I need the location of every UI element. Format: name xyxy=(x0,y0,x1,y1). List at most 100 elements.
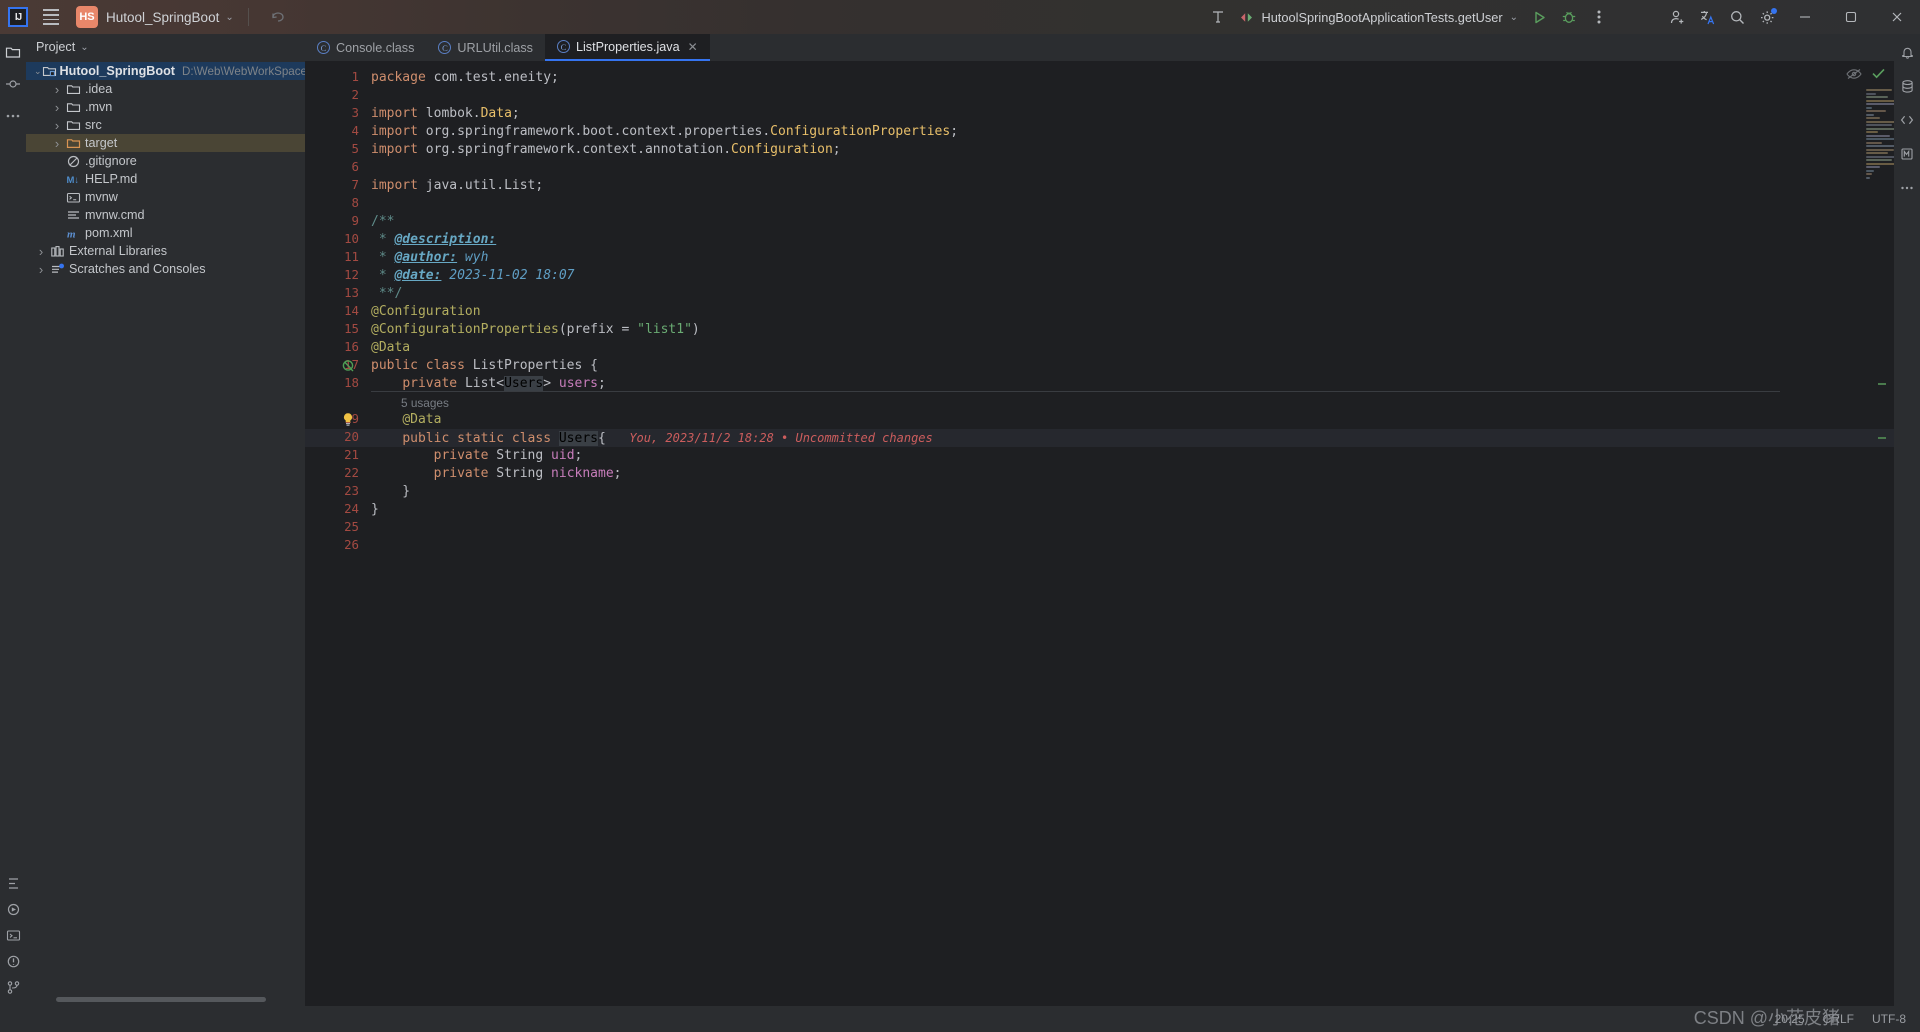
tree-row-pom-xml[interactable]: mpom.xml xyxy=(26,224,305,242)
code-line[interactable]: import org.springframework.boot.context.… xyxy=(371,123,958,141)
more-tool-windows-icon[interactable] xyxy=(1895,175,1919,201)
folder-icon xyxy=(66,82,81,97)
undo-arrow-icon[interactable] xyxy=(263,2,293,32)
chevron-right-icon[interactable]: › xyxy=(34,244,48,259)
tree-row-external-libraries[interactable]: ›External Libraries xyxy=(26,242,305,260)
code-token: com.test.eneity; xyxy=(434,70,559,85)
tree-row-src[interactable]: ›src xyxy=(26,116,305,134)
database-tool-icon[interactable] xyxy=(1895,73,1919,99)
code-line[interactable]: * @description: xyxy=(371,231,496,249)
run-configuration-label: HutoolSpringBootApplicationTests.getUser xyxy=(1261,10,1502,25)
project-tool-icon[interactable] xyxy=(1,39,25,65)
tree-row-help-md[interactable]: M↓HELP.md xyxy=(26,170,305,188)
window-maximize-button[interactable] xyxy=(1828,0,1874,34)
editor-tab-bar: CConsole.classCURLUtil.classCListPropert… xyxy=(305,34,1920,61)
code-line[interactable]: @Data xyxy=(371,411,441,429)
java-class-icon: C xyxy=(317,41,330,54)
code-editor[interactable]: 1234567891011121314151617181920212223242… xyxy=(305,61,1920,1006)
tree-row-mvn[interactable]: ›.mvn xyxy=(26,98,305,116)
usages-inlay-hint[interactable]: 5 usages xyxy=(401,394,449,412)
folder-icon xyxy=(66,118,81,133)
window-minimize-button[interactable] xyxy=(1782,0,1828,34)
code-line[interactable]: @Configuration xyxy=(371,303,481,321)
settings-gear-icon[interactable] xyxy=(1752,2,1782,32)
project-chevron-down-icon[interactable]: ⌄ xyxy=(225,12,233,23)
line-number: 20 xyxy=(344,429,359,444)
git-branch-icon[interactable] xyxy=(1,974,25,1000)
tree-row-scratches-and-consoles[interactable]: ›Scratches and Consoles xyxy=(26,260,305,278)
code-line[interactable]: private String uid; xyxy=(371,447,582,465)
tree-row-target[interactable]: ›target xyxy=(26,134,305,152)
editor-code-lines[interactable]: package com.test.eneity; import lombok.Da… xyxy=(367,61,1920,1006)
chevron-right-icon[interactable]: › xyxy=(34,262,48,277)
run-play-icon[interactable] xyxy=(1524,2,1554,32)
tree-row-gitignore[interactable]: .gitignore xyxy=(26,152,305,170)
chevron-right-icon[interactable]: › xyxy=(50,100,64,115)
minimap-line xyxy=(1866,142,1882,144)
code-line[interactable]: * @author: wyh xyxy=(371,249,488,267)
project-name-label[interactable]: Hutool_SpringBoot xyxy=(106,10,219,25)
chevron-right-icon[interactable]: › xyxy=(50,82,64,97)
tree-row-idea[interactable]: › .idea xyxy=(26,80,305,98)
tree-row-mvnw-cmd[interactable]: mvnw.cmd xyxy=(26,206,305,224)
tree-row-hutool-springboot[interactable]: ⌄Hutool_SpringBootD:\Web\WebWorkSpace\Hu… xyxy=(26,62,305,80)
project-badge: HS xyxy=(76,6,98,28)
code-line[interactable]: } xyxy=(371,483,410,501)
code-token: > xyxy=(543,376,559,391)
editor-tab-console-class[interactable]: CConsole.class xyxy=(305,34,426,61)
tree-row-label: .idea xyxy=(85,82,112,96)
minimap-line xyxy=(1866,173,1872,175)
editor-gutter[interactable]: 1234567891011121314151617181920212223242… xyxy=(305,61,367,1006)
code-line[interactable]: import lombok.Data; xyxy=(371,105,520,123)
project-panel-chevron-down-icon[interactable]: ⌄ xyxy=(80,42,88,53)
code-token: String xyxy=(496,448,551,463)
code-line[interactable]: public static class Users{ You, 2023/11/… xyxy=(371,429,933,448)
editor-tab-urlutil-class[interactable]: CURLUtil.class xyxy=(426,34,545,61)
inspections-ok-check[interactable] xyxy=(1871,67,1886,80)
more-vertical-icon[interactable] xyxy=(1584,2,1614,32)
problems-tool-icon[interactable] xyxy=(1,948,25,974)
structure-tool-icon[interactable] xyxy=(1,870,25,896)
minimap-line xyxy=(1866,149,1894,151)
add-account-icon[interactable] xyxy=(1662,2,1692,32)
tree-row-mvnw[interactable]: mvnw xyxy=(26,188,305,206)
code-line[interactable]: } xyxy=(371,501,379,519)
more-tools-icon[interactable] xyxy=(1,103,25,129)
search-icon[interactable] xyxy=(1722,2,1752,32)
code-line[interactable]: private String nickname; xyxy=(371,465,622,483)
notifications-bell-icon[interactable] xyxy=(1895,39,1919,65)
commit-tool-icon[interactable] xyxy=(1,71,25,97)
project-tree-horizontal-scrollbar[interactable] xyxy=(56,997,266,1002)
reader-mode-icon[interactable] xyxy=(1846,68,1862,80)
no-usage-marker-icon[interactable] xyxy=(341,358,355,377)
code-with-me-icon[interactable] xyxy=(1895,107,1919,133)
code-line[interactable]: **/ xyxy=(371,285,402,303)
code-line[interactable]: public class ListProperties { xyxy=(371,357,598,375)
maven-tool-icon[interactable] xyxy=(1895,141,1919,167)
status-encoding[interactable]: UTF-8 xyxy=(1872,1012,1906,1026)
code-line[interactable]: import java.util.List; xyxy=(371,177,543,195)
debug-bug-icon[interactable] xyxy=(1554,2,1584,32)
editor-tab-close-icon[interactable]: ✕ xyxy=(688,40,698,54)
project-panel-header[interactable]: Project ⌄ xyxy=(26,34,305,60)
main-menu-hamburger-icon[interactable] xyxy=(38,4,64,30)
editor-tab-listproperties-java[interactable]: CListProperties.java✕ xyxy=(545,34,710,61)
chevron-down-icon[interactable]: ⌄ xyxy=(34,66,42,77)
code-line[interactable]: @ConfigurationProperties(prefix = "list1… xyxy=(371,321,700,339)
lightbulb-intention-icon[interactable] xyxy=(341,412,355,431)
terminal-tool-icon[interactable] xyxy=(1,922,25,948)
code-line[interactable]: @Data xyxy=(371,339,410,357)
chevron-right-icon[interactable]: › xyxy=(50,118,64,133)
code-line[interactable]: package com.test.eneity; xyxy=(371,69,559,87)
translate-icon[interactable] xyxy=(1692,2,1722,32)
code-line[interactable]: /** xyxy=(371,213,394,231)
code-line[interactable]: * @date: 2023-11-02 18:07 xyxy=(371,267,575,285)
build-hammer-icon[interactable] xyxy=(1203,2,1233,32)
chevron-right-icon[interactable]: › xyxy=(50,136,64,151)
annotation-spacer xyxy=(606,431,629,446)
window-close-button[interactable] xyxy=(1874,0,1920,34)
vcs-inline-annotation[interactable]: You, 2023/11/2 18:28 • Uncommitted chang… xyxy=(629,431,932,445)
code-line[interactable]: import org.springframework.context.annot… xyxy=(371,141,841,159)
services-tool-icon[interactable] xyxy=(1,896,25,922)
run-configuration-selector[interactable]: HutoolSpringBootApplicationTests.getUser… xyxy=(1233,10,1524,25)
